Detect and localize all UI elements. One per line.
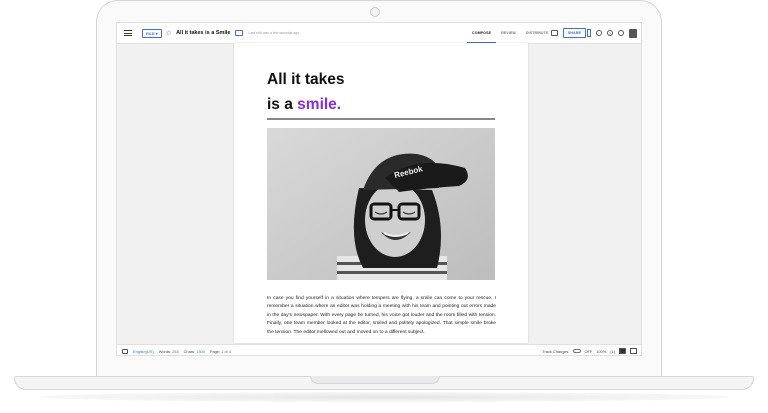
laptop-shadow — [40, 392, 730, 402]
heading-line-2: is a smile. — [267, 97, 341, 113]
print-view-icon[interactable] — [619, 348, 626, 354]
words-label: Words: — [158, 348, 172, 354]
top-toolbar: FILE ▾ ☆ All it takes is a Smile Last ed… — [117, 23, 641, 44]
layout-icon[interactable] — [550, 30, 558, 36]
last-edit-status: Last edit was a few seconds ago — [248, 31, 300, 35]
chars-label: Chars: — [183, 348, 196, 354]
body-paragraph: In case you find yourself in a situation… — [267, 296, 496, 335]
help-icon[interactable]: ? — [607, 30, 613, 36]
status-left: English(US) Words: 253 Chars: 1304 Page:… — [122, 348, 231, 354]
document-page[interactable]: All it takes is a smile. Reebok In case … — [234, 43, 528, 343]
notification-icon[interactable] — [596, 30, 602, 36]
char-count: Chars: 1304 — [184, 349, 205, 354]
folder-icon[interactable] — [234, 30, 243, 36]
laptop-notch — [310, 376, 440, 384]
hamburger-menu-icon[interactable] — [124, 30, 132, 36]
page-of: of 4 — [224, 348, 231, 354]
heading-rule — [267, 118, 495, 120]
tab-compose[interactable]: COMPOSE — [467, 23, 497, 43]
word-count: Words: 253 — [159, 349, 179, 354]
heading-accent: smile. — [297, 96, 342, 113]
page-label: Page: — [209, 348, 221, 354]
avatar[interactable] — [629, 28, 637, 38]
web-view-icon[interactable] — [630, 348, 637, 354]
file-menu-button[interactable]: FILE ▾ — [142, 28, 162, 38]
heading-prefix: is a — [267, 96, 298, 113]
heading-line-1: All it takes — [267, 71, 345, 88]
document-title[interactable]: All it takes is a Smile — [176, 30, 230, 36]
language-selector[interactable]: English(US) — [133, 349, 154, 354]
mode-tabs: COMPOSE REVIEW DISTRIBUTE — [467, 23, 553, 43]
tab-distribute[interactable]: DISTRIBUTE — [521, 23, 554, 43]
track-changes-toggle[interactable] — [572, 349, 581, 353]
toolbar-actions: SHARE ? — [550, 23, 637, 43]
words-value: 253 — [172, 348, 179, 354]
status-right: Track Changes OFF 100% (1) — [542, 345, 637, 355]
page-value: 1 — [221, 348, 224, 354]
share-button[interactable]: SHARE — [562, 28, 586, 38]
track-changes-state: OFF — [584, 348, 593, 354]
photo-illustration: Reebok — [267, 128, 495, 280]
star-icon[interactable]: ☆ — [166, 30, 172, 37]
camera-icon — [370, 7, 380, 17]
comments-count[interactable]: (1) — [610, 349, 615, 354]
smiling-girl-photo[interactable]: Reebok — [267, 128, 495, 280]
settings-icon[interactable] — [618, 30, 624, 36]
share-dropdown-icon[interactable] — [587, 29, 591, 37]
comment-icon[interactable] — [122, 348, 128, 354]
status-bar: English(US) Words: 253 Chars: 1304 Page:… — [117, 344, 641, 355]
tab-review[interactable]: REVIEW — [496, 23, 521, 43]
zoom-level[interactable]: 100% — [596, 349, 606, 354]
track-changes-label: Track Changes — [542, 348, 569, 354]
app-window: FILE ▾ ☆ All it takes is a Smile Last ed… — [116, 22, 642, 356]
page-indicator[interactable]: Page: 1 of 4 — [210, 349, 231, 354]
chars-value: 1304 — [196, 348, 205, 354]
